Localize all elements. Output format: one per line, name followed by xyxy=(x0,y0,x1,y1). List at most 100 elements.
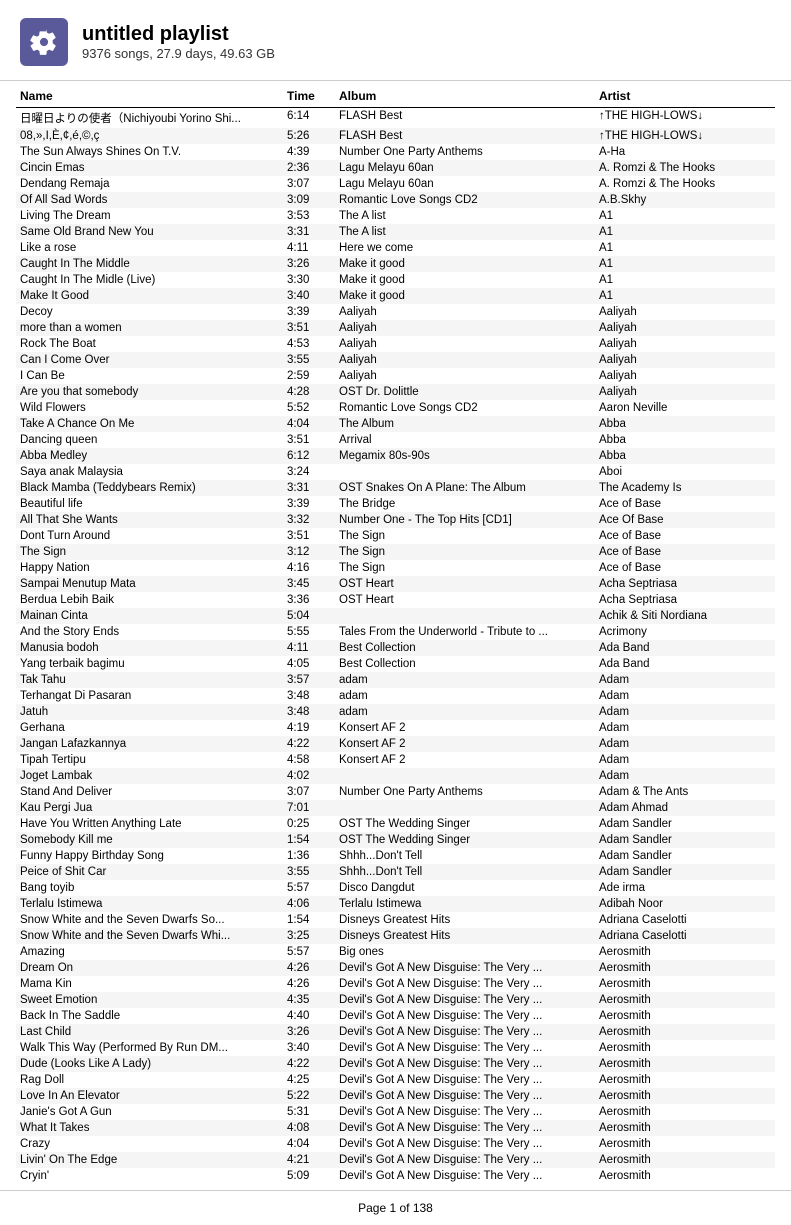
song-name: Living The Dream xyxy=(16,208,283,224)
song-name: Dancing queen xyxy=(16,432,283,448)
song-time: 4:53 xyxy=(283,336,335,352)
table-row[interactable]: Are you that somebody4:28OST Dr. Dolittl… xyxy=(16,384,775,400)
table-row[interactable]: All That She Wants3:32Number One - The T… xyxy=(16,512,775,528)
table-row[interactable]: Sampai Menutup Mata3:45OST HeartAcha Sep… xyxy=(16,576,775,592)
song-album: Devil's Got A New Disguise: The Very ... xyxy=(335,1136,595,1152)
table-row[interactable]: Decoy3:39AaliyahAaliyah xyxy=(16,304,775,320)
table-row[interactable]: 日曜日よりの使者（Nichiyoubi Yorino Shi...6:14FLA… xyxy=(16,108,775,129)
table-row[interactable]: Tipah Tertipu4:58Konsert AF 2Adam xyxy=(16,752,775,768)
song-time: 3:48 xyxy=(283,704,335,720)
song-name: Dont Turn Around xyxy=(16,528,283,544)
song-time: 4:35 xyxy=(283,992,335,1008)
table-row[interactable]: Berdua Lebih Baik3:36OST HeartAcha Septr… xyxy=(16,592,775,608)
table-row[interactable]: I Can Be2:59AaliyahAaliyah xyxy=(16,368,775,384)
song-artist: Adam xyxy=(595,736,775,752)
song-time: 4:39 xyxy=(283,144,335,160)
table-row[interactable]: Beautiful life3:39The BridgeAce of Base xyxy=(16,496,775,512)
table-row[interactable]: Back In The Saddle4:40Devil's Got A New … xyxy=(16,1008,775,1024)
table-row[interactable]: Terhangat Di Pasaran3:48adamAdam xyxy=(16,688,775,704)
song-time: 6:12 xyxy=(283,448,335,464)
table-row[interactable]: Dont Turn Around3:51The SignAce of Base xyxy=(16,528,775,544)
song-artist: Aerosmith xyxy=(595,960,775,976)
table-row[interactable]: more than a women3:51AaliyahAaliyah xyxy=(16,320,775,336)
table-row[interactable]: 08,»,I,È,¢,é,©,ç5:26FLASH Best↑THE HIGH-… xyxy=(16,128,775,144)
song-album: FLASH Best xyxy=(335,128,595,144)
table-row[interactable]: The Sign3:12The SignAce of Base xyxy=(16,544,775,560)
table-row[interactable]: Saya anak Malaysia3:24Aboi xyxy=(16,464,775,480)
song-time: 4:26 xyxy=(283,976,335,992)
table-row[interactable]: Tak Tahu3:57adamAdam xyxy=(16,672,775,688)
table-row[interactable]: Rag Doll4:25Devil's Got A New Disguise: … xyxy=(16,1072,775,1088)
table-row[interactable]: Jangan Lafazkannya4:22Konsert AF 2Adam xyxy=(16,736,775,752)
table-row[interactable]: Like a rose4:11Here we comeA1 xyxy=(16,240,775,256)
table-row[interactable]: Last Child3:26Devil's Got A New Disguise… xyxy=(16,1024,775,1040)
table-row[interactable]: Snow White and the Seven Dwarfs So...1:5… xyxy=(16,912,775,928)
table-row[interactable]: Living The Dream3:53The A listA1 xyxy=(16,208,775,224)
song-time: 3:26 xyxy=(283,256,335,272)
table-row[interactable]: Dendang Remaja3:07Lagu Melayu 60anA. Rom… xyxy=(16,176,775,192)
song-album: Aaliyah xyxy=(335,336,595,352)
table-row[interactable]: Manusia bodoh4:11Best CollectionAda Band xyxy=(16,640,775,656)
table-row[interactable]: Dancing queen3:51ArrivalAbba xyxy=(16,432,775,448)
song-album: Konsert AF 2 xyxy=(335,752,595,768)
song-name: Somebody Kill me xyxy=(16,832,283,848)
table-row[interactable]: Bang toyib5:57Disco DangdutAde irma xyxy=(16,880,775,896)
table-row[interactable]: Snow White and the Seven Dwarfs Whi...3:… xyxy=(16,928,775,944)
table-row[interactable]: Caught In The Middle3:26Make it goodA1 xyxy=(16,256,775,272)
table-row[interactable]: What It Takes4:08Devil's Got A New Disgu… xyxy=(16,1120,775,1136)
table-row[interactable]: Crazy4:04Devil's Got A New Disguise: The… xyxy=(16,1136,775,1152)
table-row[interactable]: Livin' On The Edge4:21Devil's Got A New … xyxy=(16,1152,775,1168)
song-time: 2:36 xyxy=(283,160,335,176)
table-row[interactable]: Cincin Emas2:36Lagu Melayu 60anA. Romzi … xyxy=(16,160,775,176)
table-row[interactable]: Same Old Brand New You3:31The A listA1 xyxy=(16,224,775,240)
song-album: Devil's Got A New Disguise: The Very ... xyxy=(335,1056,595,1072)
table-row[interactable]: Sweet Emotion4:35Devil's Got A New Disgu… xyxy=(16,992,775,1008)
table-row[interactable]: Amazing5:57Big onesAerosmith xyxy=(16,944,775,960)
table-row[interactable]: Stand And Deliver3:07Number One Party An… xyxy=(16,784,775,800)
song-artist: Aerosmith xyxy=(595,1024,775,1040)
table-row[interactable]: Black Mamba (Teddybears Remix)3:31OST Sn… xyxy=(16,480,775,496)
table-row[interactable]: Funny Happy Birthday Song1:36Shhh...Don'… xyxy=(16,848,775,864)
table-row[interactable]: Janie's Got A Gun5:31Devil's Got A New D… xyxy=(16,1104,775,1120)
table-row[interactable]: Walk This Way (Performed By Run DM...3:4… xyxy=(16,1040,775,1056)
table-row[interactable]: Kau Pergi Jua7:01Adam Ahmad xyxy=(16,800,775,816)
table-row[interactable]: Abba Medley6:12Megamix 80s-90sAbba xyxy=(16,448,775,464)
table-row[interactable]: Joget Lambak4:02Adam xyxy=(16,768,775,784)
table-row[interactable]: Take A Chance On Me4:04The AlbumAbba xyxy=(16,416,775,432)
playlist-header: untitled playlist 9376 songs, 27.9 days,… xyxy=(0,0,791,81)
table-row[interactable]: The Sun Always Shines On T.V.4:39Number … xyxy=(16,144,775,160)
song-album: Romantic Love Songs CD2 xyxy=(335,400,595,416)
table-row[interactable]: Of All Sad Words3:09Romantic Love Songs … xyxy=(16,192,775,208)
song-album xyxy=(335,800,595,816)
table-row[interactable]: Cryin'5:09Devil's Got A New Disguise: Th… xyxy=(16,1168,775,1184)
table-row[interactable]: Gerhana4:19Konsert AF 2Adam xyxy=(16,720,775,736)
table-row[interactable]: Mainan Cinta5:04Achik & Siti Nordiana xyxy=(16,608,775,624)
table-row[interactable]: Terlalu Istimewa4:06Terlalu IstimewaAdib… xyxy=(16,896,775,912)
song-album: Romantic Love Songs CD2 xyxy=(335,192,595,208)
table-row[interactable]: Caught In The Midle (Live)3:30Make it go… xyxy=(16,272,775,288)
table-row[interactable]: Can I Come Over3:55AaliyahAaliyah xyxy=(16,352,775,368)
table-row[interactable]: Mama Kin4:26Devil's Got A New Disguise: … xyxy=(16,976,775,992)
table-row[interactable]: Rock The Boat4:53AaliyahAaliyah xyxy=(16,336,775,352)
table-row[interactable]: Dream On4:26Devil's Got A New Disguise: … xyxy=(16,960,775,976)
song-name: Same Old Brand New You xyxy=(16,224,283,240)
table-row[interactable]: Happy Nation4:16The SignAce of Base xyxy=(16,560,775,576)
table-row[interactable]: Dude (Looks Like A Lady)4:22Devil's Got … xyxy=(16,1056,775,1072)
table-row[interactable]: Love In An Elevator5:22Devil's Got A New… xyxy=(16,1088,775,1104)
table-row[interactable]: Somebody Kill me1:54OST The Wedding Sing… xyxy=(16,832,775,848)
song-artist: Abba xyxy=(595,432,775,448)
table-row[interactable]: Yang terbaik bagimu4:05Best CollectionAd… xyxy=(16,656,775,672)
song-name: Beautiful life xyxy=(16,496,283,512)
song-album: OST Snakes On A Plane: The Album xyxy=(335,480,595,496)
table-row[interactable]: Jatuh3:48adamAdam xyxy=(16,704,775,720)
table-row[interactable]: And the Story Ends5:55Tales From the Und… xyxy=(16,624,775,640)
table-row[interactable]: Have You Written Anything Late0:25OST Th… xyxy=(16,816,775,832)
song-album: Devil's Got A New Disguise: The Very ... xyxy=(335,1104,595,1120)
table-row[interactable]: Wild Flowers5:52Romantic Love Songs CD2A… xyxy=(16,400,775,416)
table-row[interactable]: Peice of Shit Car3:55Shhh...Don't TellAd… xyxy=(16,864,775,880)
song-album: Make it good xyxy=(335,256,595,272)
song-artist: Acrimony xyxy=(595,624,775,640)
table-row[interactable]: Make It Good3:40Make it goodA1 xyxy=(16,288,775,304)
song-album: The Bridge xyxy=(335,496,595,512)
song-time: 3:51 xyxy=(283,432,335,448)
